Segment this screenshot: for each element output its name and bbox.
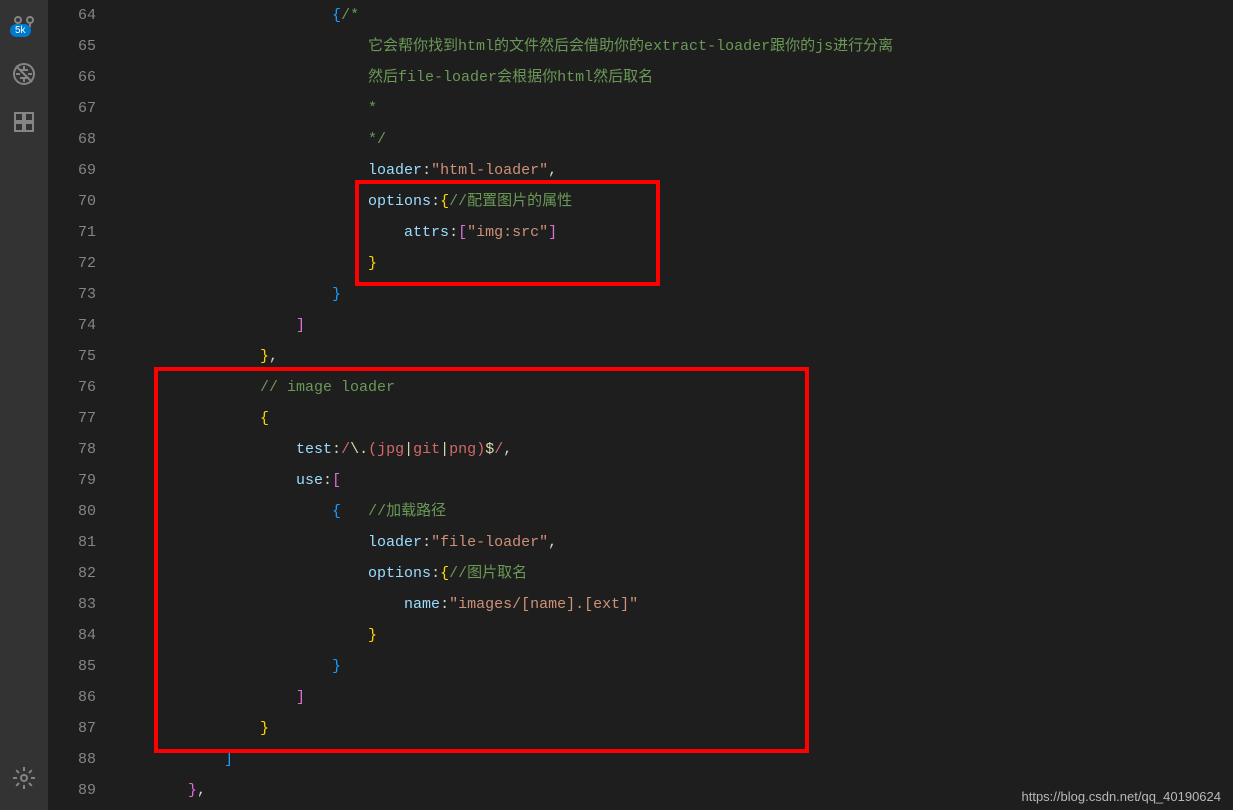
bracket: ] — [224, 751, 233, 768]
line-number: 70 — [48, 186, 96, 217]
comma: , — [503, 441, 512, 458]
line-number: 67 — [48, 93, 96, 124]
brace: { — [332, 7, 341, 24]
line-number: 88 — [48, 744, 96, 775]
regex-alt: jpg — [377, 441, 404, 458]
line-number: 74 — [48, 310, 96, 341]
line-number: 69 — [48, 155, 96, 186]
line-number: 80 — [48, 496, 96, 527]
debug-icon[interactable] — [0, 50, 48, 98]
string: "images/[name].[ext]" — [449, 596, 638, 613]
comment: /* — [341, 7, 359, 24]
comment: 然后file-loader会根据你html然后取名 — [368, 69, 653, 86]
comment: 它会帮你找到html的文件然后会借助你的extract-loader跟你的js进… — [368, 38, 893, 55]
colon: : — [440, 596, 449, 613]
dollar: $ — [485, 441, 494, 458]
comment: //加载路径 — [368, 503, 446, 520]
line-number: 85 — [48, 651, 96, 682]
brace: { — [440, 193, 449, 210]
colon: : — [422, 534, 431, 551]
line-number: 73 — [48, 279, 96, 310]
colon: : — [449, 224, 458, 241]
comment: //配置图片的属性 — [449, 193, 572, 210]
brace: { — [260, 410, 269, 427]
prop-key: loader — [368, 534, 422, 551]
colon: : — [431, 565, 440, 582]
brace: } — [368, 627, 377, 644]
line-number: 81 — [48, 527, 96, 558]
watermark: https://blog.csdn.net/qq_40190624 — [1022, 789, 1222, 804]
line-number: 82 — [48, 558, 96, 589]
comma: , — [197, 782, 206, 799]
comma: , — [548, 534, 557, 551]
prop-key: use — [296, 472, 323, 489]
source-control-badge: 5k — [10, 24, 31, 37]
bracket: ] — [296, 317, 305, 334]
prop-key: options — [368, 193, 431, 210]
line-number: 84 — [48, 620, 96, 651]
colon: : — [431, 193, 440, 210]
comma: , — [269, 348, 278, 365]
string: "html-loader" — [431, 162, 548, 179]
bracket: ] — [548, 224, 557, 241]
colon: : — [323, 472, 332, 489]
prop-key: test — [296, 441, 332, 458]
prop-key: loader — [368, 162, 422, 179]
regex: \. — [350, 441, 368, 458]
line-number: 77 — [48, 403, 96, 434]
line-number: 86 — [48, 682, 96, 713]
prop-key: options — [368, 565, 431, 582]
extensions-icon[interactable] — [0, 98, 48, 146]
pipe: | — [404, 441, 413, 458]
bracket: [ — [332, 472, 341, 489]
paren: ( — [368, 441, 377, 458]
line-number: 78 — [48, 434, 96, 465]
line-number: 71 — [48, 217, 96, 248]
regex-alt: git — [413, 441, 440, 458]
string: "file-loader" — [431, 534, 548, 551]
comment: // image loader — [260, 379, 395, 396]
comment: * — [368, 100, 377, 117]
colon: : — [422, 162, 431, 179]
line-number: 75 — [48, 341, 96, 372]
code-content[interactable]: {/* 它会帮你找到html的文件然后会借助你的extract-loader跟你… — [116, 0, 1233, 810]
brace: } — [332, 286, 341, 303]
line-number: 87 — [48, 713, 96, 744]
line-number: 66 — [48, 62, 96, 93]
line-number: 89 — [48, 775, 96, 806]
regex: / — [341, 441, 350, 458]
comma: , — [548, 162, 557, 179]
comment: //图片取名 — [449, 565, 527, 582]
line-number-gutter: 6465666768697071727374757677787980818283… — [48, 0, 116, 810]
brace: { — [440, 565, 449, 582]
brace: } — [188, 782, 197, 799]
prop-key: attrs — [404, 224, 449, 241]
brace: } — [368, 255, 377, 272]
line-number: 83 — [48, 589, 96, 620]
prop-key: name — [404, 596, 440, 613]
pipe: | — [440, 441, 449, 458]
brace: } — [260, 720, 269, 737]
bracket: [ — [458, 224, 467, 241]
brace: { — [332, 503, 341, 520]
comment: */ — [368, 131, 386, 148]
paren: ) — [476, 441, 485, 458]
string: "img:src" — [467, 224, 548, 241]
regex: / — [494, 441, 503, 458]
line-number: 72 — [48, 248, 96, 279]
settings-gear-icon[interactable] — [0, 754, 48, 802]
line-number: 79 — [48, 465, 96, 496]
source-control-icon[interactable]: 5k — [0, 2, 48, 50]
line-number: 68 — [48, 124, 96, 155]
bracket: ] — [296, 689, 305, 706]
activity-bar: 5k — [0, 0, 48, 810]
line-number: 64 — [48, 0, 96, 31]
editor-area: 6465666768697071727374757677787980818283… — [48, 0, 1233, 810]
line-number: 65 — [48, 31, 96, 62]
line-number: 76 — [48, 372, 96, 403]
brace: } — [260, 348, 269, 365]
brace: } — [332, 658, 341, 675]
regex-alt: png — [449, 441, 476, 458]
colon: : — [332, 441, 341, 458]
